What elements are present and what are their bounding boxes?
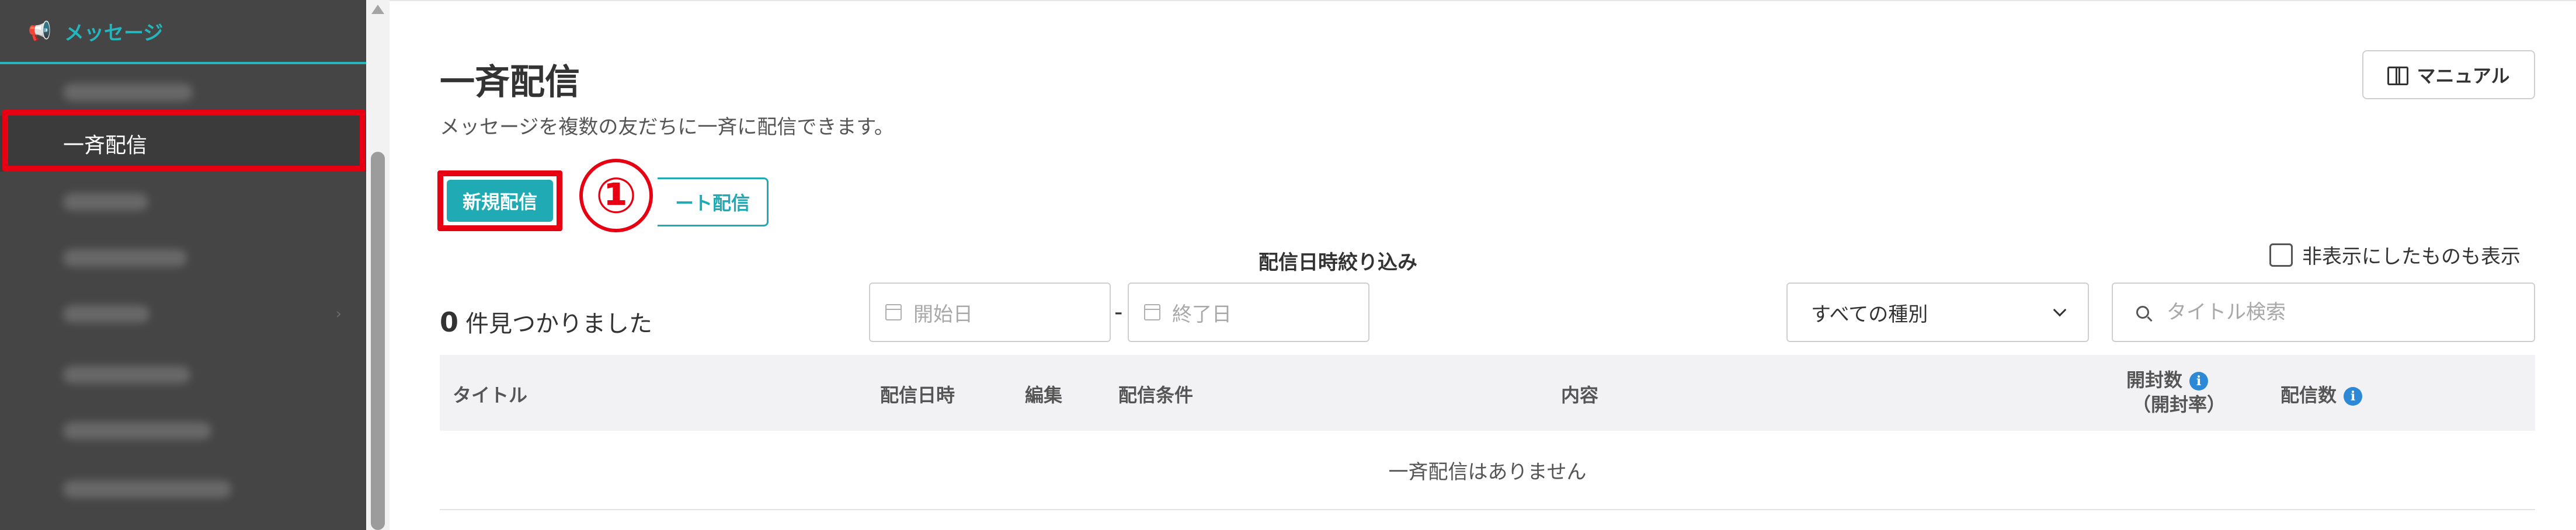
megaphone-icon: 📢 <box>28 20 51 42</box>
title-search-field[interactable] <box>2112 283 2535 342</box>
book-icon <box>2387 67 2409 85</box>
chevron-right-icon: › <box>335 305 342 323</box>
blurred-label <box>63 480 231 498</box>
sidebar-item-blurred-4[interactable]: › <box>0 286 366 342</box>
page-title: 一斉配信 <box>440 62 580 103</box>
checkbox-box[interactable] <box>2269 243 2293 267</box>
empty-table-message: 一斉配信はありません <box>440 431 2535 510</box>
sidebar: 📢 メッセージ 一斉配信 › <box>0 0 366 530</box>
result-count: 0 件見つかりました <box>440 305 652 339</box>
highlight-box-new-button: 新規配信 <box>437 170 562 231</box>
date-filter-label: 配信日時絞り込み <box>1259 251 1417 274</box>
chevron-down-icon <box>2053 303 2067 317</box>
result-count-number: 0 <box>440 306 459 338</box>
info-icon[interactable]: i <box>2344 387 2363 406</box>
show-hidden-label: 非表示にしたものも表示 <box>2302 245 2521 269</box>
step-broadcast-button[interactable]: ート配信 <box>658 177 769 226</box>
sidebar-item-blurred-5[interactable] <box>0 347 366 403</box>
sidebar-item-blurred-3[interactable] <box>0 230 366 286</box>
calendar-icon <box>885 304 902 320</box>
manual-button-label: マニュアル <box>2417 65 2510 87</box>
blurred-label <box>63 83 193 101</box>
info-icon[interactable]: i <box>2189 372 2209 390</box>
step-broadcast-button-label: ート配信 <box>675 192 750 214</box>
blurred-label <box>63 193 148 211</box>
sidebar-scrollbar[interactable] <box>366 0 390 530</box>
sidebar-item-blurred-7[interactable] <box>0 461 366 517</box>
calendar-icon <box>1144 304 1160 320</box>
column-open-rate-label: （開封率） <box>2132 393 2226 416</box>
table-header: タイトル 配信日時 編集 配信条件 内容 開封数 i （開封率） 配信数 i <box>440 355 2535 431</box>
column-delivered[interactable]: 配信数 i <box>2280 381 2363 407</box>
search-icon <box>2136 306 2149 319</box>
scrollbar-thumb[interactable] <box>371 152 385 530</box>
column-edit: 編集 <box>1025 384 1063 406</box>
blurred-label <box>63 422 211 440</box>
column-content: 内容 <box>1561 384 1599 406</box>
blurred-label <box>63 366 190 383</box>
column-title[interactable]: タイトル <box>453 381 527 407</box>
column-delivered-label: 配信数 <box>2280 384 2337 406</box>
step-marker: ① <box>579 159 653 232</box>
new-broadcast-button[interactable]: 新規配信 <box>447 180 553 222</box>
manual-button[interactable]: マニュアル <box>2362 50 2535 99</box>
page-description: メッセージを複数の友だちに一斉に配信できます。 <box>440 116 894 139</box>
sidebar-section-label: メッセージ <box>64 21 164 45</box>
type-select-value: すべての種別 <box>1811 302 1928 326</box>
sidebar-item-blurred-2[interactable] <box>0 174 366 230</box>
end-date-placeholder: 終了日 <box>1172 302 1232 326</box>
column-opens[interactable]: 開封数 i （開封率） <box>2126 368 2226 417</box>
column-date[interactable]: 配信日時 <box>880 381 955 407</box>
result-count-text: 件見つかりました <box>465 311 653 337</box>
title-search-input[interactable] <box>2167 301 2494 324</box>
start-date-placeholder: 開始日 <box>913 302 973 326</box>
column-condition: 配信条件 <box>1118 384 1194 406</box>
highlight-box-sidebar <box>2 110 366 172</box>
blurred-label <box>63 305 150 323</box>
sidebar-section-messages[interactable]: 📢 メッセージ <box>0 0 366 64</box>
show-hidden-checkbox[interactable]: 非表示にしたものも表示 <box>2269 240 2521 269</box>
sidebar-item-blurred-6[interactable] <box>0 403 366 459</box>
column-opens-label: 開封数 <box>2126 369 2183 391</box>
end-date-field[interactable]: 終了日 <box>1128 283 1369 342</box>
date-range-separator: - <box>1114 299 1123 326</box>
main-content: 一斉配信 メッセージを複数の友だちに一斉に配信できます。 マニュアル 新規配信 … <box>390 0 2576 530</box>
type-select[interactable]: すべての種別 <box>1786 283 2089 342</box>
start-date-field[interactable]: 開始日 <box>869 283 1111 342</box>
blurred-label <box>63 249 187 267</box>
scroll-up-arrow-icon[interactable] <box>371 5 384 14</box>
